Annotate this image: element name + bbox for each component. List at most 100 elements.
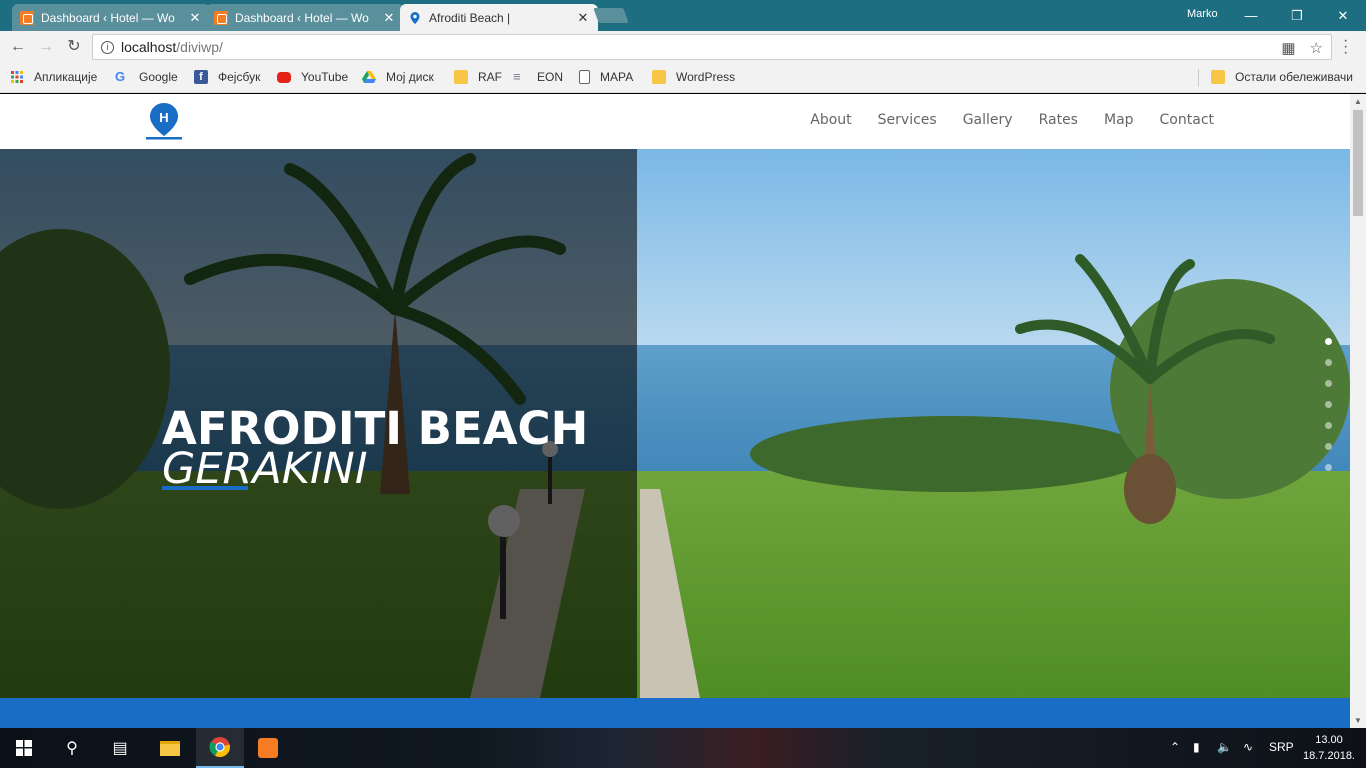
browser-tab[interactable]: Dashboard ‹ Hotel — Wo ✕ bbox=[12, 4, 210, 31]
info-icon[interactable]: i bbox=[101, 40, 114, 54]
tray-chevron-icon[interactable]: ⌃ bbox=[1170, 740, 1180, 754]
hero-section: AFRODITI BEACH GERAKINI bbox=[0, 149, 1350, 698]
forward-icon[interactable]: → bbox=[36, 37, 56, 57]
google-icon: G bbox=[115, 69, 126, 84]
browser-tab-active[interactable]: Afroditi Beach | ✕ bbox=[400, 4, 598, 31]
bookmark-label: Фејсбук bbox=[218, 70, 261, 84]
hero-accent-underline bbox=[162, 486, 248, 490]
close-icon[interactable]: ✕ bbox=[382, 10, 396, 26]
hotel-logo-icon[interactable]: H bbox=[146, 102, 182, 140]
clock-time: 13.00 bbox=[1315, 734, 1343, 746]
bookmarks-bar: Апликације G Google f Фејсбук YouTube Мо… bbox=[0, 63, 1366, 93]
facebook-icon: f bbox=[194, 70, 208, 84]
xampp-icon bbox=[20, 10, 34, 25]
back-icon[interactable]: ← bbox=[8, 37, 28, 57]
nav-about[interactable]: About bbox=[810, 112, 851, 128]
file-explorer-icon[interactable] bbox=[146, 728, 194, 768]
url-host: localhost bbox=[121, 39, 177, 55]
web-page: H About Services Gallery Rates Map Conta… bbox=[0, 94, 1350, 728]
reload-icon[interactable]: ↻ bbox=[64, 37, 84, 57]
translate-icon[interactable]: ▦ bbox=[1281, 39, 1295, 57]
bookmark-label: Апликације bbox=[34, 70, 98, 84]
xampp-icon bbox=[214, 10, 228, 25]
main-nav: About Services Gallery Rates Map Contact bbox=[810, 112, 1214, 128]
wifi-icon[interactable]: ∿ bbox=[1243, 740, 1253, 754]
url-text[interactable]: localhost/diviwp/ bbox=[121, 39, 223, 55]
bookmark-mara[interactable]: МАРА bbox=[579, 70, 633, 84]
bookmark-facebook[interactable]: f Фејсбук bbox=[194, 70, 260, 84]
bookmark-label: EON bbox=[537, 70, 564, 84]
bookmark-label: Мој диск bbox=[386, 70, 434, 84]
folder-icon bbox=[454, 70, 468, 84]
battery-icon[interactable]: ▮ bbox=[1193, 740, 1200, 754]
close-window-icon[interactable]: ✕ bbox=[1320, 0, 1366, 31]
nav-rates[interactable]: Rates bbox=[1039, 112, 1078, 128]
scroll-down-icon[interactable]: ▼ bbox=[1354, 716, 1362, 725]
bookmark-label: МАРА bbox=[600, 70, 634, 84]
new-tab-button[interactable] bbox=[593, 8, 629, 23]
slider-dot[interactable] bbox=[1325, 443, 1332, 450]
browser-toolbar: ← → ↻ i localhost/diviwp/ ▦ ☆ · · · bbox=[0, 31, 1366, 63]
slider-dot[interactable] bbox=[1325, 338, 1332, 345]
bookmark-label: RAF bbox=[478, 70, 502, 84]
slider-dot[interactable] bbox=[1325, 380, 1332, 387]
bookmark-label: Google bbox=[139, 70, 178, 84]
more-menu-icon[interactable]: · · · bbox=[1343, 33, 1353, 61]
volume-icon[interactable]: 🔈 bbox=[1217, 740, 1232, 754]
taskbar-clock[interactable]: 13.00 18.7.2018. bbox=[1302, 732, 1356, 764]
slider-dot[interactable] bbox=[1325, 401, 1332, 408]
bookmark-youtube[interactable]: YouTube bbox=[277, 70, 348, 84]
bookmark-wordpress[interactable]: WordPress bbox=[652, 70, 735, 84]
apps-icon bbox=[11, 71, 23, 83]
tab-title: Afroditi Beach | bbox=[429, 10, 511, 25]
tab-title: Dashboard ‹ Hotel — Wo bbox=[235, 10, 369, 25]
address-bar[interactable]: i localhost/diviwp/ ▦ ☆ bbox=[92, 34, 1332, 60]
nav-map[interactable]: Map bbox=[1104, 112, 1134, 128]
bookmark-raf[interactable]: RAF bbox=[454, 70, 502, 84]
page-icon bbox=[579, 70, 590, 84]
folder-icon bbox=[652, 70, 666, 84]
youtube-icon bbox=[277, 71, 291, 83]
close-icon[interactable]: ✕ bbox=[576, 10, 590, 26]
profile-name[interactable]: Marko bbox=[1187, 8, 1218, 20]
restore-icon[interactable]: ❐ bbox=[1274, 0, 1320, 31]
bookmark-apps[interactable]: Апликације bbox=[10, 70, 97, 84]
slider-dot[interactable] bbox=[1325, 464, 1332, 471]
map-pin-icon bbox=[410, 11, 420, 24]
drive-icon bbox=[362, 71, 376, 83]
nav-contact[interactable]: Contact bbox=[1160, 112, 1214, 128]
clock-date: 18.7.2018. bbox=[1303, 750, 1355, 762]
other-bookmarks-label: Остали обележивачи bbox=[1235, 70, 1353, 84]
minimize-icon[interactable]: — bbox=[1228, 0, 1274, 31]
windows-start-icon[interactable] bbox=[0, 728, 48, 768]
bookmark-drive[interactable]: Мој диск bbox=[362, 70, 434, 84]
scroll-up-icon[interactable]: ▲ bbox=[1354, 97, 1362, 106]
bookmark-eon[interactable]: ≡ EON bbox=[513, 69, 564, 85]
xampp-taskbar-icon[interactable] bbox=[244, 728, 292, 768]
page-scrollbar[interactable]: ▲ ▼ bbox=[1350, 94, 1366, 728]
browser-tab[interactable]: Dashboard ‹ Hotel — Wo ✕ bbox=[206, 4, 404, 31]
nav-services[interactable]: Services bbox=[878, 112, 937, 128]
other-bookmarks[interactable]: Остали обележивачи bbox=[1211, 70, 1353, 84]
slider-dot[interactable] bbox=[1325, 422, 1332, 429]
nav-gallery[interactable]: Gallery bbox=[963, 112, 1013, 128]
bookmark-google[interactable]: G Google bbox=[115, 69, 178, 85]
tab-title: Dashboard ‹ Hotel — Wo bbox=[41, 10, 175, 25]
site-header: H About Services Gallery Rates Map Conta… bbox=[0, 94, 1350, 149]
bookmark-label: YouTube bbox=[301, 70, 349, 84]
star-icon[interactable]: ☆ bbox=[1310, 39, 1323, 57]
task-view-icon[interactable]: ▤ bbox=[96, 728, 144, 768]
folder-icon bbox=[1211, 70, 1225, 84]
search-icon[interactable]: ⚲ bbox=[48, 728, 96, 768]
slider-dots bbox=[1325, 338, 1332, 471]
close-icon[interactable]: ✕ bbox=[188, 10, 202, 26]
bookmark-label: WordPress bbox=[676, 70, 736, 84]
blue-section-bar bbox=[0, 698, 1350, 728]
slider-dot[interactable] bbox=[1325, 359, 1332, 366]
scrollbar-thumb[interactable] bbox=[1353, 110, 1363, 216]
language-indicator[interactable]: SRP bbox=[1269, 740, 1294, 754]
browser-tab-strip: Dashboard ‹ Hotel — Wo ✕ Dashboard ‹ Hot… bbox=[0, 0, 1366, 31]
eon-icon: ≡ bbox=[513, 69, 521, 84]
chrome-taskbar-icon[interactable] bbox=[196, 728, 244, 768]
windows-taskbar: ⚲ ▤ ⌃ ▮ 🔈 ∿ SRP 13.00 18.7.2018. bbox=[0, 728, 1366, 768]
